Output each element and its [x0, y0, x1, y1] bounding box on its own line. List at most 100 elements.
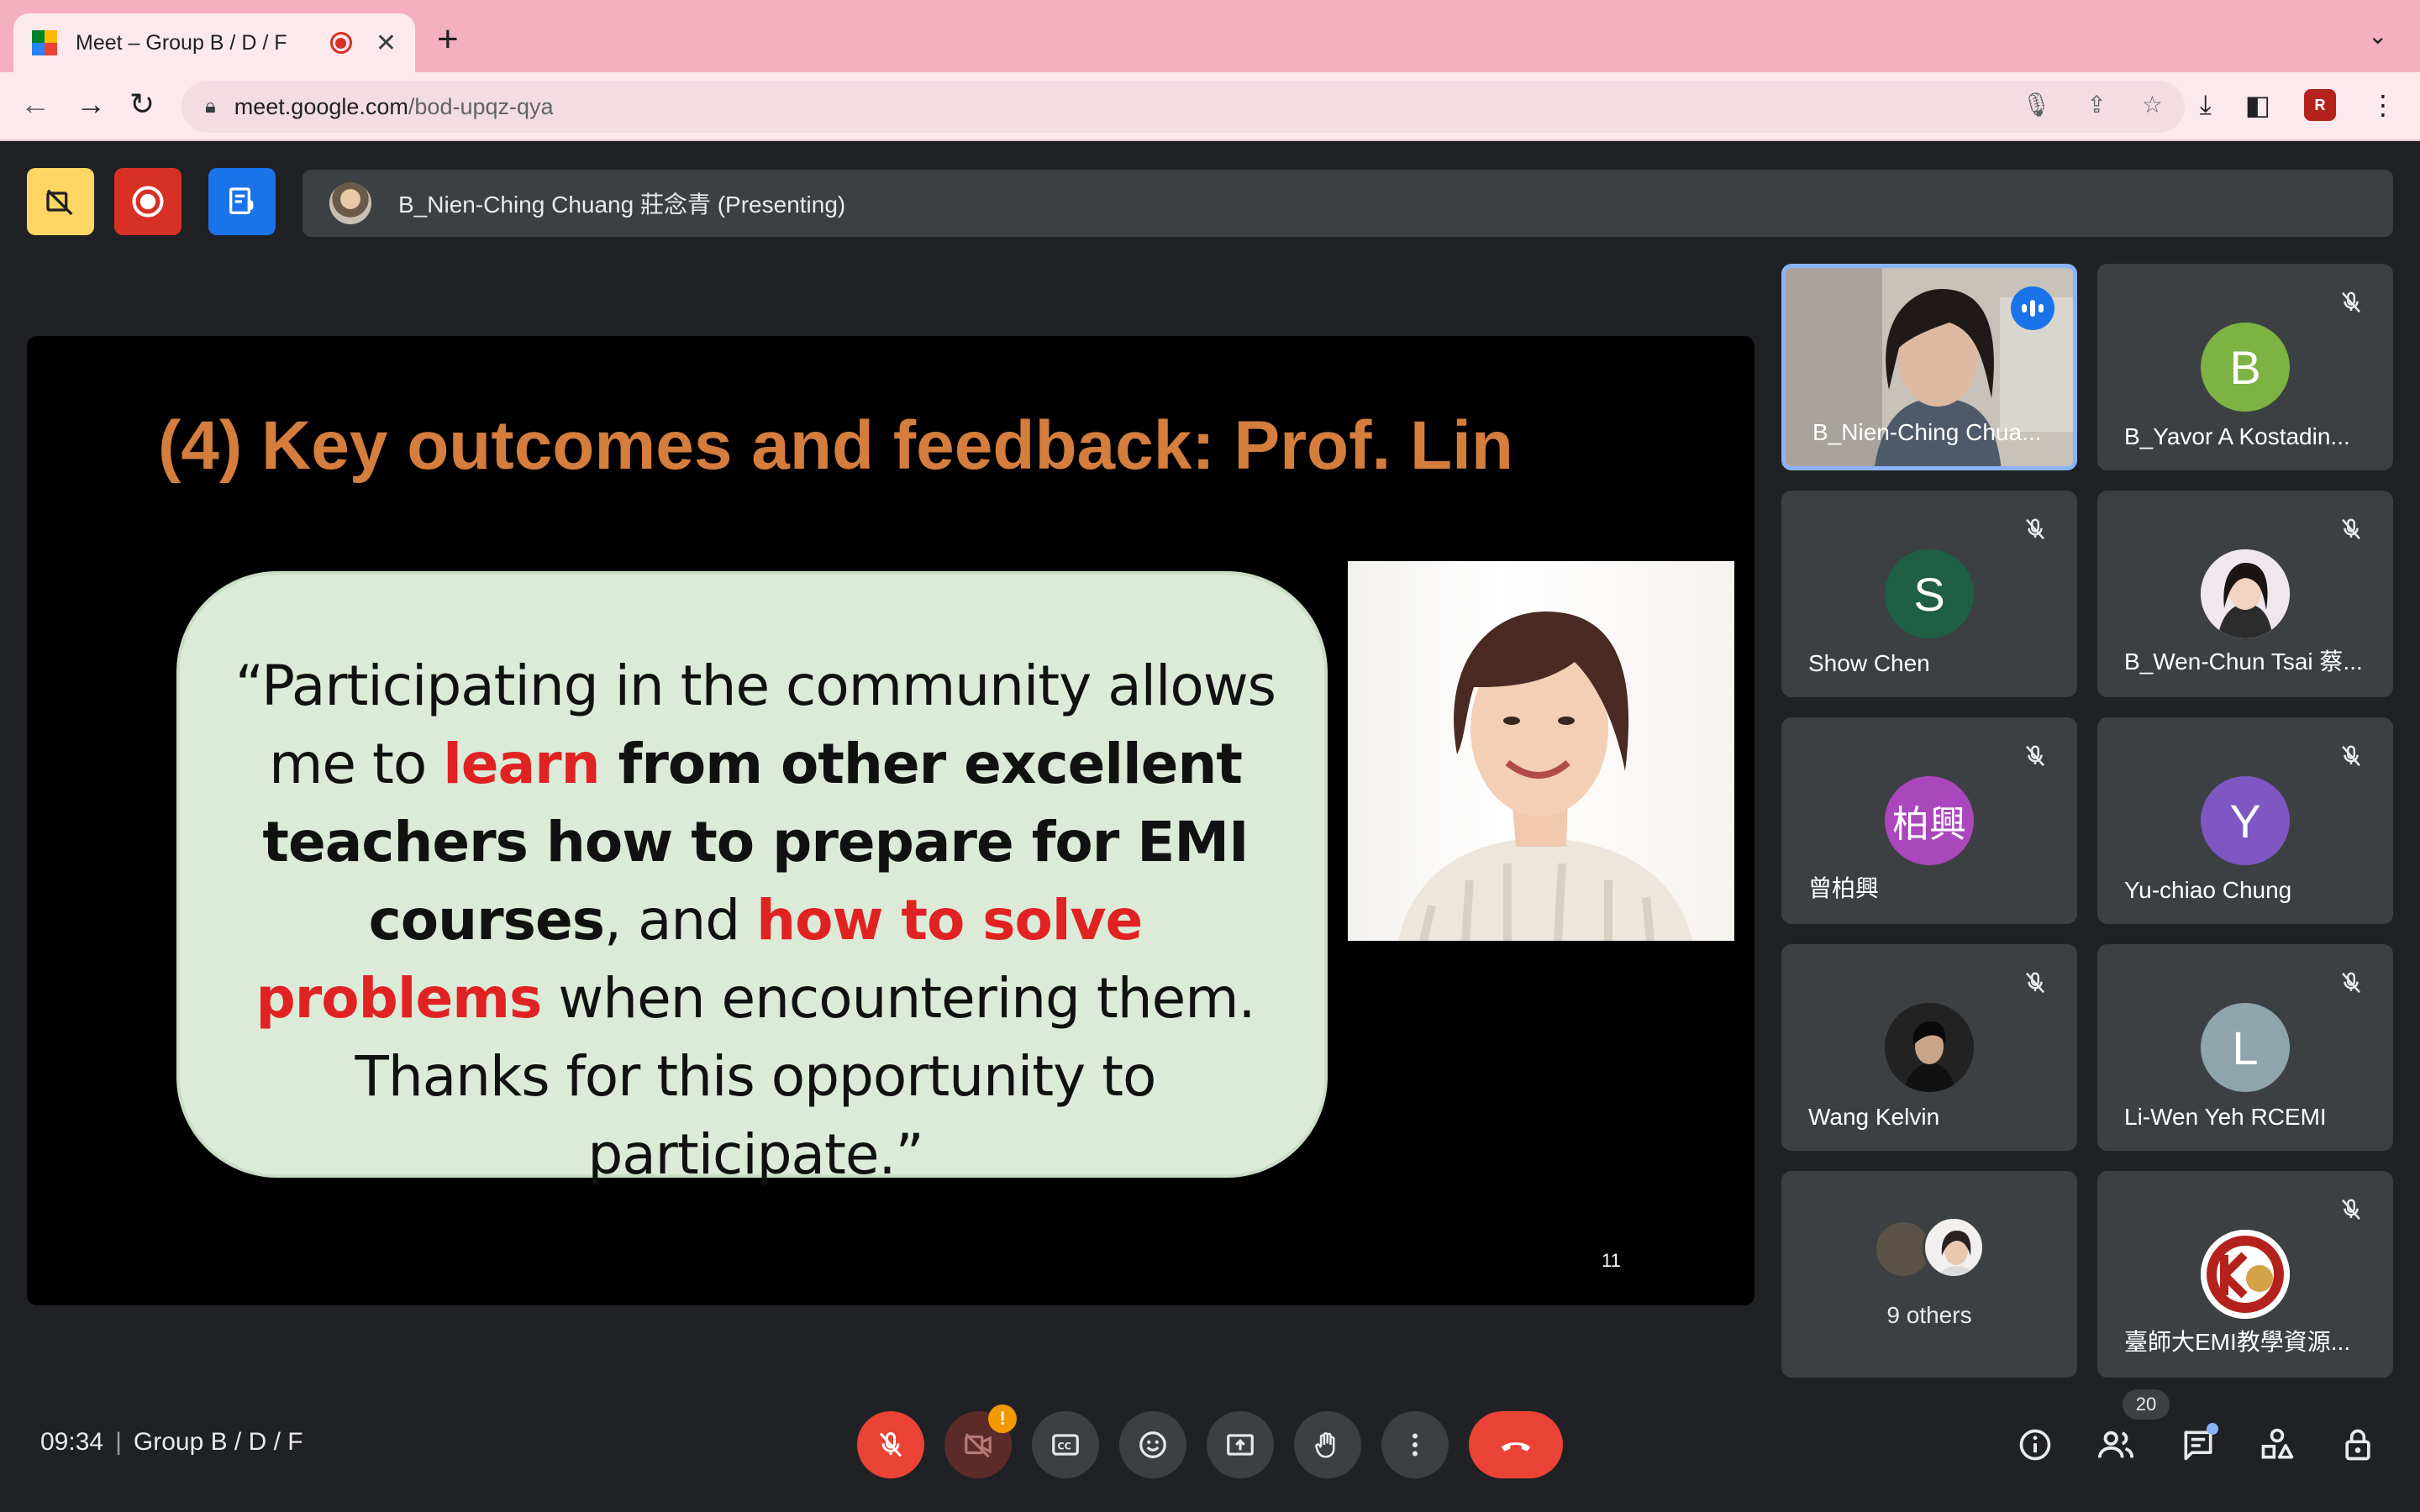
url-host: meet.google.com	[234, 93, 408, 119]
download-icon[interactable]: ⤓	[2200, 89, 2212, 121]
participant-name: Wang Kelvin	[1808, 1104, 1940, 1130]
side-panel-icon[interactable]: ◧	[2245, 89, 2270, 121]
more-options-button[interactable]	[1381, 1411, 1449, 1478]
share-icon[interactable]: ⇪	[2086, 91, 2106, 118]
mic-off-icon	[2018, 966, 2052, 1000]
quote-text: “Participating in the community allows m…	[230, 647, 1281, 1194]
people-button[interactable]	[2091, 1420, 2141, 1470]
info-icon	[2019, 1429, 2051, 1461]
participant-name: Li-Wen Yeh RCEMI	[2124, 1104, 2327, 1130]
bookmark-star-icon[interactable]: ☆	[2142, 91, 2163, 118]
warning-badge-icon: !	[988, 1404, 1017, 1433]
people-icon	[2097, 1431, 2134, 1458]
avatar: B	[2201, 323, 2290, 412]
participant-tile[interactable]: 柏興 曾柏興	[1781, 717, 2077, 924]
others-count-label: 9 others	[1886, 1302, 1972, 1328]
chevron-down-icon[interactable]: ⌄	[2368, 22, 2387, 50]
more-menu-icon[interactable]: ⋮	[2370, 89, 2396, 121]
quote-box: “Participating in the community allows m…	[176, 571, 1328, 1187]
video-off-icon	[965, 1433, 992, 1458]
mic-off-icon	[2334, 512, 2368, 546]
captions-button[interactable]: CC	[1032, 1411, 1099, 1478]
participant-name: 臺師大EMI教學資源...	[2124, 1329, 2351, 1355]
browser-tab-meet[interactable]: Meet – Group B / D / F ✕	[13, 13, 415, 72]
hand-icon	[1315, 1432, 1335, 1458]
mic-off-icon	[879, 1432, 902, 1457]
chat-button[interactable]	[2173, 1420, 2223, 1470]
hang-up-icon	[1501, 1442, 1531, 1452]
svg-text:CC: CC	[1058, 1441, 1071, 1452]
separator: |	[115, 1428, 122, 1456]
profile-avatar[interactable]: R	[2304, 89, 2336, 121]
others-tile[interactable]: 9 others	[1781, 1171, 2077, 1378]
more-vert-icon	[1413, 1433, 1418, 1457]
mic-off-icon	[2018, 739, 2052, 773]
mic-off-icon	[2334, 286, 2368, 319]
microphone-toggle-button[interactable]	[857, 1411, 924, 1478]
activities-shapes-icon	[2261, 1428, 2294, 1459]
google-meet-icon	[32, 30, 57, 55]
participant-name: 曾柏興	[1808, 875, 1880, 901]
lock-person-icon	[2345, 1429, 2370, 1461]
mic-off-icon	[2018, 512, 2052, 546]
new-tab-icon[interactable]: +	[437, 18, 459, 60]
avatar: Y	[2201, 776, 2290, 865]
ntnu-emi-logo	[2201, 1230, 2290, 1319]
slide-page-number: 11	[1602, 1250, 1621, 1271]
avatar: S	[1885, 549, 1974, 638]
presenter-banner[interactable]: B_Nien-Ching Chuang 莊念青 (Presenting)	[302, 170, 2393, 237]
quote-highlight-learn: learn	[443, 732, 600, 796]
closed-captions-icon: CC	[1052, 1434, 1079, 1456]
participant-tile[interactable]: B_Nien-Ching Chua...	[1781, 264, 2077, 470]
presenter-avatar	[329, 182, 371, 224]
participant-name: Yu-chiao Chung	[2124, 877, 2292, 903]
participant-tile[interactable]: S Show Chen	[1781, 491, 2077, 697]
transcript-button[interactable]	[208, 168, 276, 235]
unread-dot-icon	[2207, 1423, 2218, 1435]
microphone-icon[interactable]: 🎙︎	[2022, 91, 2052, 118]
participant-tile[interactable]: 臺師大EMI教學資源...	[2097, 1171, 2393, 1378]
present-now-button[interactable]	[1207, 1411, 1274, 1478]
avatar: 柏興	[1885, 776, 1974, 865]
meeting-name: Group B / D / F	[133, 1428, 303, 1456]
participant-tile[interactable]: Y Yu-chiao Chung	[2097, 717, 2393, 924]
raise-hand-button[interactable]	[1294, 1411, 1361, 1478]
participant-name: Show Chen	[1808, 650, 1930, 676]
host-controls-button[interactable]	[2333, 1420, 2383, 1470]
presenting-label: B_Nien-Ching Chuang 莊念青 (Presenting)	[398, 192, 846, 218]
lock-icon[interactable]: 🔒︎	[205, 95, 216, 118]
recording-indicator-icon	[329, 32, 352, 54]
others-avatars	[1874, 1216, 1991, 1278]
back-icon[interactable]: ←	[20, 87, 50, 121]
browser-tab-strip: Meet – Group B / D / F ✕ + ⌄	[0, 0, 2420, 72]
participant-name: B_Nien-Ching Chua...	[1812, 419, 2042, 445]
recording-button[interactable]	[114, 168, 182, 235]
avatar: L	[2201, 1003, 2290, 1092]
participant-name: B_Yavor A Kostadin...	[2124, 423, 2350, 449]
participant-tile[interactable]: B_Wen-Chun Tsai 蔡...	[2097, 491, 2393, 697]
leave-call-button[interactable]	[1469, 1411, 1563, 1478]
participant-tile[interactable]: Wang Kelvin	[1781, 944, 2077, 1151]
camera-toggle-button[interactable]: !	[944, 1404, 1017, 1478]
emoji-icon	[1139, 1431, 1166, 1458]
avatar	[2201, 549, 2290, 638]
reactions-button[interactable]	[1119, 1411, 1186, 1478]
present-screen-icon	[1227, 1434, 1254, 1456]
participant-tile[interactable]: B B_Yavor A Kostadin...	[2097, 264, 2393, 470]
url-path: /bod-upqz-qya	[408, 93, 554, 119]
forward-icon[interactable]: →	[76, 87, 106, 121]
participant-tile[interactable]: L Li-Wen Yeh RCEMI	[2097, 944, 2393, 1151]
slide-title: (4) Key outcomes and feedback: Prof. Lin	[158, 407, 1513, 484]
meeting-details-button[interactable]	[2010, 1420, 2060, 1470]
address-bar[interactable]: 🔒︎ meet.google.com/bod-upqz-qya 🎙︎ ⇪ ☆	[182, 81, 2185, 133]
presentation-slide[interactable]: (4) Key outcomes and feedback: Prof. Lin…	[27, 336, 1754, 1305]
no-video-indicator-button[interactable]	[27, 168, 94, 235]
prof-lin-photo	[1348, 561, 1734, 942]
participant-count-badge: 20	[2123, 1389, 2170, 1420]
record-icon	[132, 186, 164, 218]
tab-close-icon[interactable]: ✕	[376, 29, 397, 58]
clock-time: 09:34	[40, 1428, 104, 1456]
transcript-icon	[229, 187, 254, 214]
reload-icon[interactable]: ↻	[129, 87, 155, 121]
activities-button[interactable]	[2252, 1420, 2302, 1470]
